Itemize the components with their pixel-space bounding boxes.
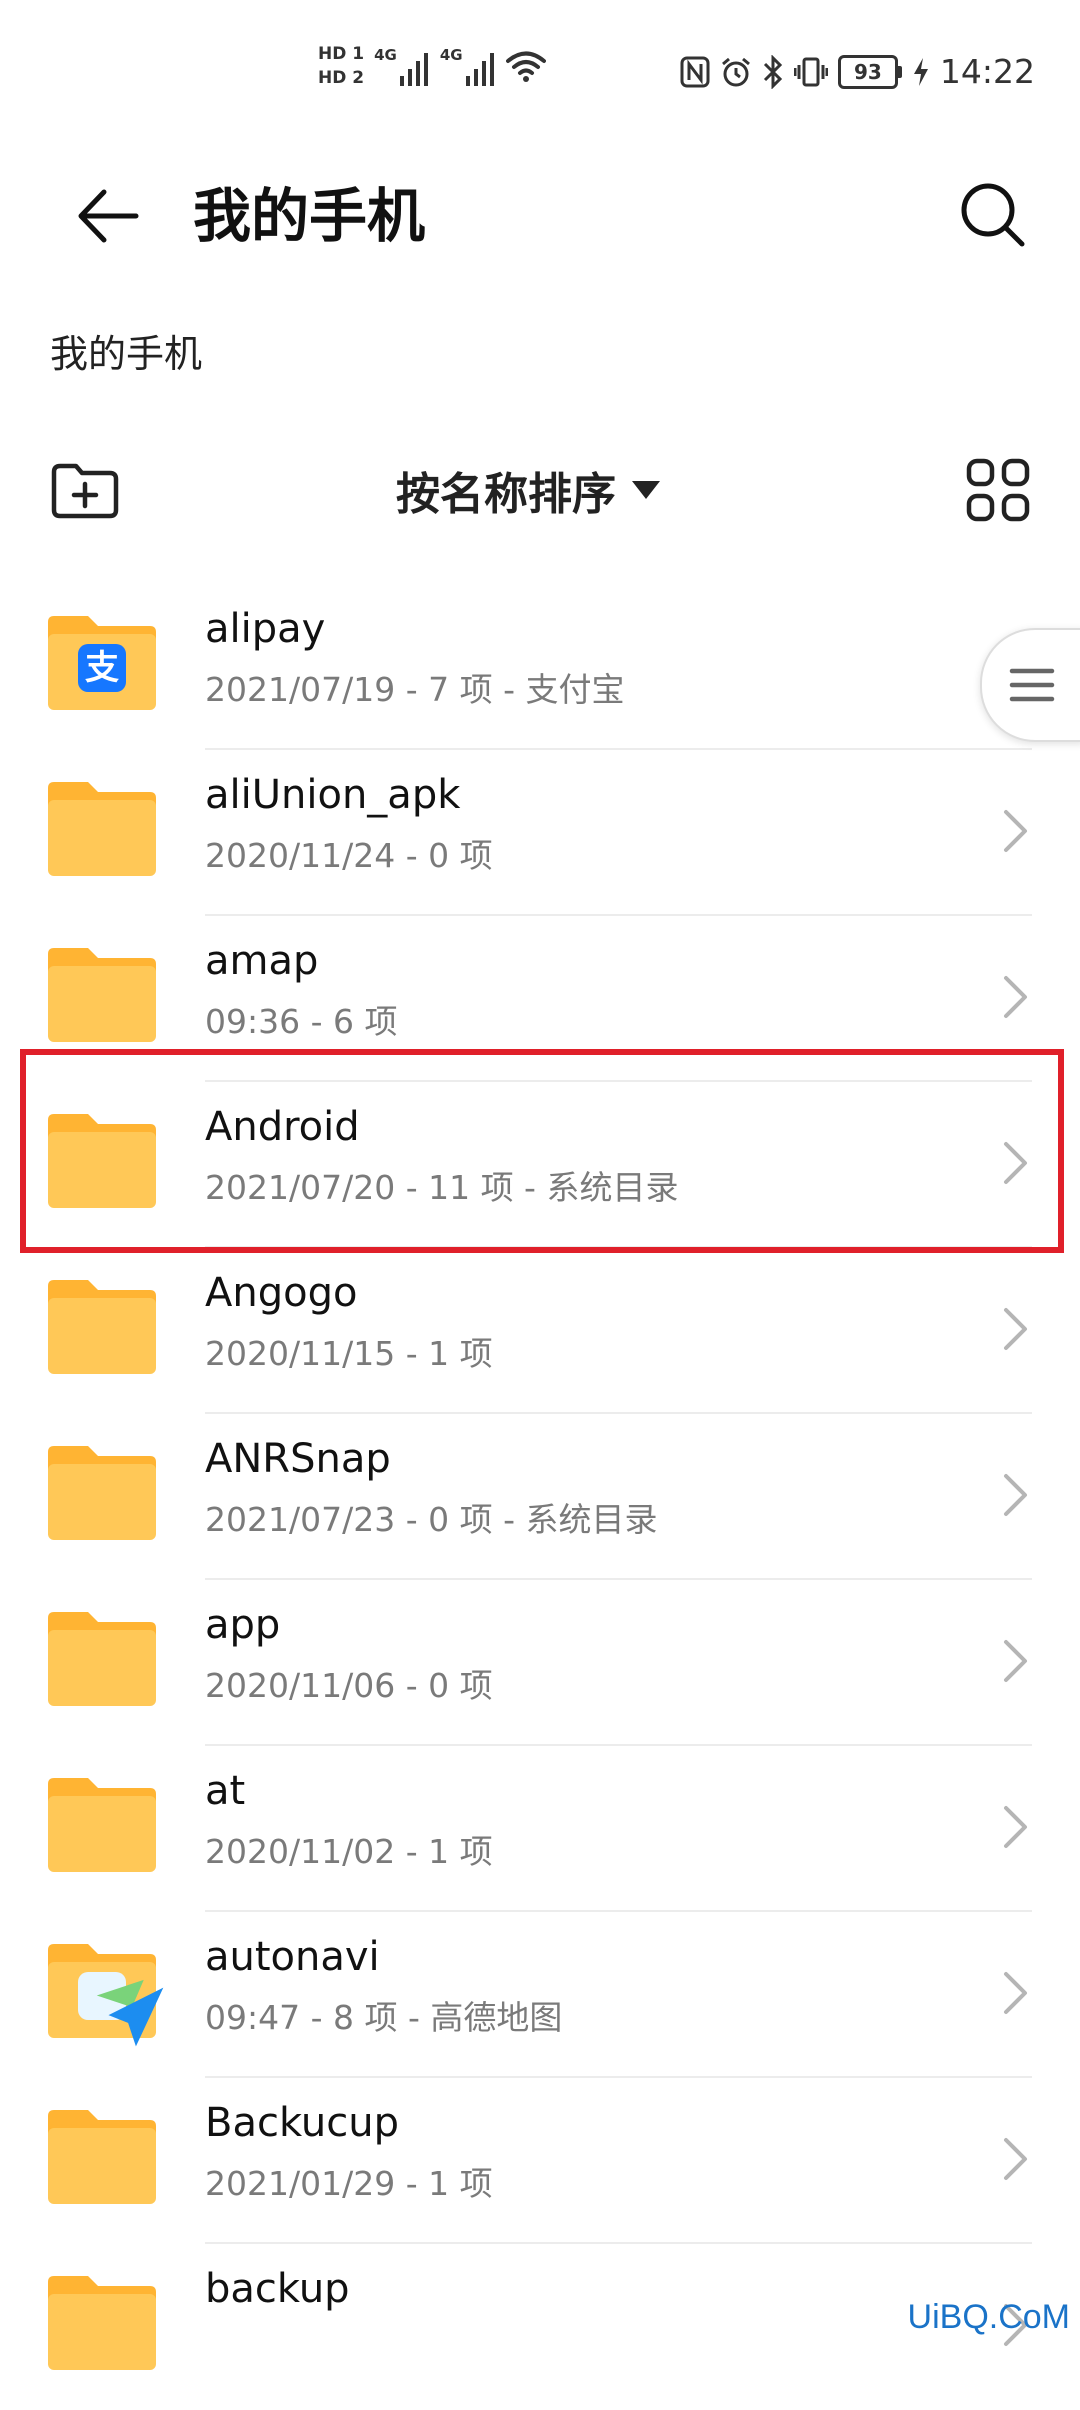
- sim2-network-label: 4G: [439, 46, 463, 64]
- menu-icon: [1009, 668, 1055, 702]
- file-row-alipay[interactable]: 支 alipay 2021/07/19 - 7 项 - 支付宝: [0, 584, 1080, 750]
- page-title: 我的手机: [193, 182, 426, 250]
- hd-indicators: HD 1 HD 2: [318, 44, 364, 88]
- sim2-signal: 4G: [440, 46, 496, 86]
- file-name: alipay: [205, 606, 326, 652]
- battery-indicator: 93: [837, 54, 902, 89]
- watermark: UiBQ.CoM: [907, 2298, 1070, 2336]
- highlight-annotation: [20, 1049, 1064, 1253]
- folder-icon: [48, 2110, 156, 2204]
- folder-icon: [48, 1280, 156, 1374]
- folder-icon: [48, 1778, 156, 1872]
- file-row-anrsnap[interactable]: ANRSnap 2021/07/23 - 0 项 - 系统目录: [0, 1414, 1080, 1580]
- arrow-left-icon[interactable]: [76, 184, 140, 248]
- file-meta: 09:36 - 6 项: [205, 1002, 398, 1041]
- file-meta: 2020/11/02 - 1 项: [205, 1832, 493, 1871]
- chevron-right-icon: [1004, 1640, 1027, 1682]
- file-meta: 2020/11/15 - 1 项: [205, 1334, 493, 1373]
- file-row-aliunion-apk[interactable]: aliUnion_apk 2020/11/24 - 0 项: [0, 750, 1080, 916]
- file-meta: 2021/01/29 - 1 项: [205, 2164, 493, 2203]
- file-row-backucup[interactable]: Backucup 2021/01/29 - 1 项: [0, 2078, 1080, 2244]
- sort-label: 按名称排序: [396, 469, 616, 520]
- file-row-at[interactable]: at 2020/11/02 - 1 项: [0, 1746, 1080, 1912]
- vibrate-icon: [793, 57, 828, 86]
- file-name: backup: [205, 2266, 350, 2312]
- sim1-network-label: 4G: [374, 46, 397, 64]
- file-row-autonavi[interactable]: autonavi 09:47 - 8 项 - 高德地图: [0, 1912, 1080, 2078]
- file-name: aliUnion_apk: [205, 772, 461, 818]
- file-meta: 2021/07/23 - 0 项 - 系统目录: [205, 1500, 658, 1539]
- bluetooth-icon: [763, 54, 783, 89]
- breadcrumb[interactable]: 我的手机: [50, 328, 202, 380]
- amap-app-icon: [78, 1972, 164, 2047]
- folder-icon: 支: [48, 616, 156, 710]
- file-meta: 2020/11/06 - 0 项: [205, 1666, 493, 1705]
- hd1-badge: HD 1: [318, 44, 365, 64]
- sim1-signal: 4G: [374, 46, 430, 86]
- battery-cap: [897, 65, 902, 78]
- file-name: at: [205, 1768, 246, 1814]
- sort-dropdown[interactable]: 按名称排序: [396, 458, 660, 522]
- hd2-badge: HD 2: [318, 68, 365, 88]
- file-row-angogo[interactable]: Angogo 2020/11/15 - 1 项: [0, 1248, 1080, 1414]
- folder-icon: [48, 1612, 156, 1706]
- file-name: amap: [205, 938, 319, 984]
- file-list: 支 alipay 2021/07/19 - 7 项 - 支付宝 aliUnion…: [0, 584, 1080, 2410]
- file-name: autonavi: [205, 1934, 380, 1980]
- caret-down-icon: [632, 481, 660, 499]
- signal-icon: [465, 53, 494, 86]
- battery-level: 93: [837, 54, 898, 89]
- grid-view-icon[interactable]: [966, 458, 1030, 522]
- file-name: Angogo: [205, 1270, 358, 1316]
- nfc-icon: [680, 56, 710, 87]
- charging-icon: [913, 57, 928, 86]
- file-name: Backucup: [205, 2100, 399, 2146]
- status-right: 93 14:22: [680, 52, 1035, 91]
- folder-icon: [48, 948, 156, 1042]
- folder-icon: [48, 782, 156, 876]
- folder-icon: [48, 2276, 156, 2370]
- chevron-right-icon: [1004, 810, 1027, 852]
- file-meta: 2020/11/24 - 0 项: [205, 836, 493, 875]
- chevron-right-icon: [1004, 1972, 1027, 2014]
- folder-icon: [48, 1944, 164, 2047]
- floating-menu-handle[interactable]: [980, 628, 1080, 742]
- folder-plus-icon[interactable]: [50, 458, 120, 522]
- chevron-right-icon: [1004, 1806, 1027, 1848]
- signal-icon: [399, 53, 428, 86]
- chevron-right-icon: [1004, 1308, 1027, 1350]
- folder-icon: [48, 1446, 156, 1540]
- chevron-right-icon: [1004, 976, 1027, 1018]
- status-time: 14:22: [939, 52, 1035, 91]
- status-bar: HD 1 HD 2 4G 4G 93 14:22: [0, 0, 1080, 150]
- file-name: ANRSnap: [205, 1436, 391, 1482]
- chevron-right-icon: [1004, 1474, 1027, 1516]
- wifi-icon: [505, 51, 546, 82]
- file-row-app[interactable]: app 2020/11/06 - 0 项: [0, 1580, 1080, 1746]
- alarm-icon: [721, 57, 750, 86]
- file-meta: 2021/07/19 - 7 项 - 支付宝: [205, 670, 625, 709]
- status-left: HD 1 HD 2 4G 4G: [318, 44, 546, 88]
- chevron-right-icon: [1004, 2138, 1027, 2180]
- file-meta: 09:47 - 8 项 - 高德地图: [205, 1998, 563, 2037]
- search-icon[interactable]: [958, 180, 1028, 250]
- alipay-app-icon: 支: [78, 644, 126, 692]
- file-name: app: [205, 1602, 281, 1648]
